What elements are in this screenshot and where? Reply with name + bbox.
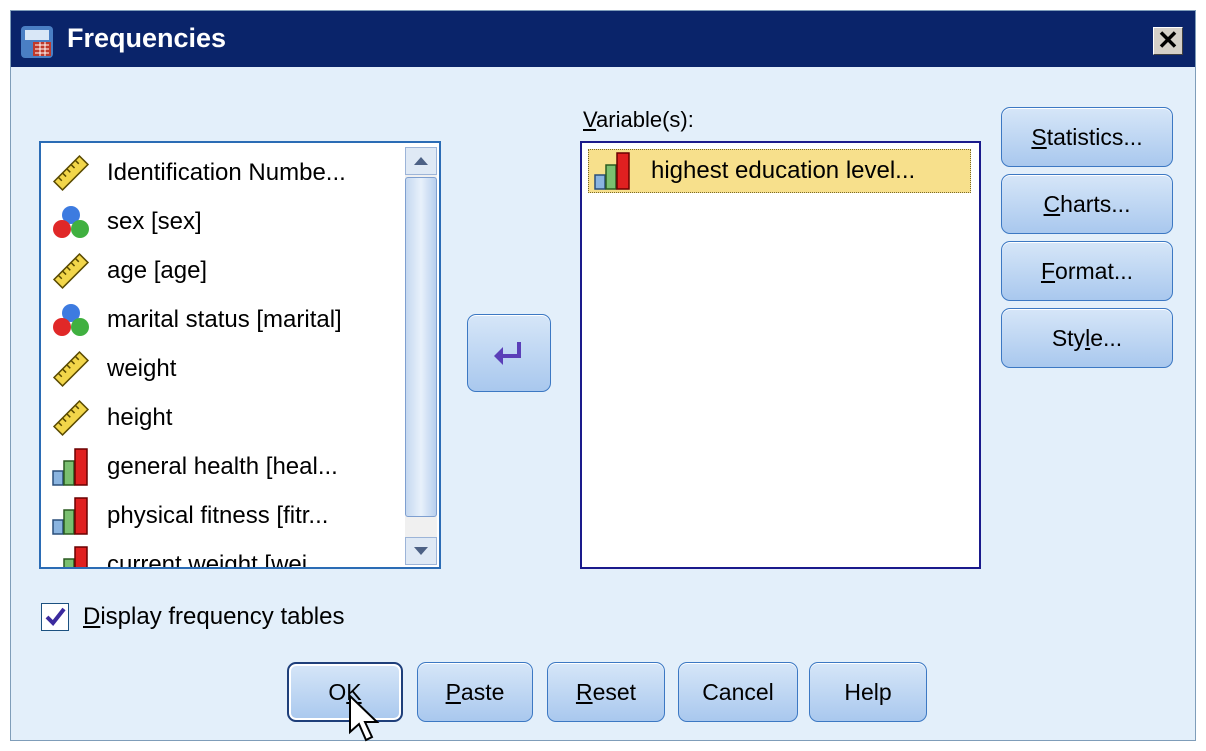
cancel-button-label: Cancel (702, 678, 774, 705)
list-item-label: marital status [marital] (107, 306, 342, 333)
list-item[interactable]: sex [sex] (51, 200, 202, 244)
reset-button-label: Reset (575, 678, 637, 705)
statistics-button[interactable]: Statistics... (1001, 107, 1173, 167)
nominal-balls-icon (51, 298, 97, 342)
list-item-label: height (107, 404, 173, 431)
display-frequency-tables-checkbox[interactable] (41, 603, 69, 631)
scroll-up-button[interactable] (405, 147, 437, 175)
list-item-label: current weight [wei... (107, 551, 328, 569)
list-item[interactable]: weight (51, 347, 176, 391)
target-variable-list[interactable]: highest education level... (580, 141, 981, 569)
target-list-item[interactable]: highest education level... (588, 149, 971, 193)
ruler-scale-icon (51, 151, 97, 195)
ok-button[interactable]: OK (287, 662, 403, 722)
list-item[interactable]: age [age] (51, 249, 207, 293)
list-item-label: age [age] (107, 257, 208, 284)
ruler-scale-icon (51, 249, 97, 293)
style-button[interactable]: Style... (1001, 308, 1173, 368)
style-button-label: Style... (1051, 324, 1123, 351)
close-icon: ✕ (1157, 25, 1179, 55)
source-list-scrollbar[interactable] (405, 147, 437, 565)
move-left-arrow-icon (494, 342, 521, 365)
paste-button-label: Paste (445, 678, 505, 705)
app-icon (21, 26, 53, 58)
ordinal-bars-icon (51, 445, 97, 489)
list-item[interactable]: current weight [wei... (51, 543, 328, 569)
list-item[interactable]: Identification Numbe... (51, 151, 346, 195)
list-item[interactable]: general health [heal... (51, 445, 338, 489)
list-item-label: physical fitness [fitr... (107, 502, 329, 529)
reset-button[interactable]: Reset (547, 662, 665, 722)
move-variable-button[interactable] (467, 314, 551, 392)
charts-button-label: Charts... (1043, 190, 1131, 217)
statistics-button-label: Statistics... (1031, 123, 1143, 150)
mouse-pointer-icon (349, 694, 380, 742)
list-item-label: Identification Numbe... (107, 159, 346, 186)
close-button[interactable]: ✕ (1153, 27, 1183, 55)
window-title: Frequencies (67, 23, 227, 53)
paste-button[interactable]: Paste (417, 662, 533, 722)
nominal-balls-icon (51, 200, 97, 244)
ordinal-bars-icon (51, 494, 97, 538)
variables-label: Variable(s): (583, 107, 694, 132)
checkmark-icon (45, 607, 66, 627)
list-item[interactable]: marital status [marital] (51, 298, 342, 342)
scroll-thumb[interactable] (405, 177, 437, 517)
charts-button[interactable]: Charts... (1001, 174, 1173, 234)
scroll-up-arrow-icon (414, 157, 428, 165)
list-item[interactable]: height (51, 396, 172, 440)
format-button-label: Format... (1040, 257, 1134, 284)
frequencies-dialog: Frequencies ✕ Identification Numbe... sex… (10, 10, 1196, 742)
ordinal-bars-icon (51, 543, 97, 567)
list-item-label: general health [heal... (107, 453, 338, 480)
scroll-down-arrow-icon (414, 547, 428, 555)
source-variable-list[interactable]: Identification Numbe... sex [sex] age [age… (39, 141, 441, 569)
list-item-label: weight (107, 355, 177, 382)
title-bar[interactable]: Frequencies ✕ (11, 11, 1195, 67)
list-item-label: sex [sex] (107, 208, 202, 235)
help-button-label: Help (844, 678, 892, 705)
scroll-down-button[interactable] (405, 537, 437, 565)
ruler-scale-icon (51, 347, 97, 391)
ruler-scale-icon (51, 396, 97, 440)
target-item-label: highest education level... (651, 157, 916, 184)
cancel-button[interactable]: Cancel (678, 662, 798, 722)
format-button[interactable]: Format... (1001, 241, 1173, 301)
ordinal-bars-icon (593, 151, 639, 191)
list-item[interactable]: physical fitness [fitr... (51, 494, 328, 538)
checkbox-label: Display frequency tables (83, 603, 345, 630)
help-button[interactable]: Help (809, 662, 927, 722)
display-frequency-tables-option[interactable]: Display frequency tables (41, 603, 344, 631)
